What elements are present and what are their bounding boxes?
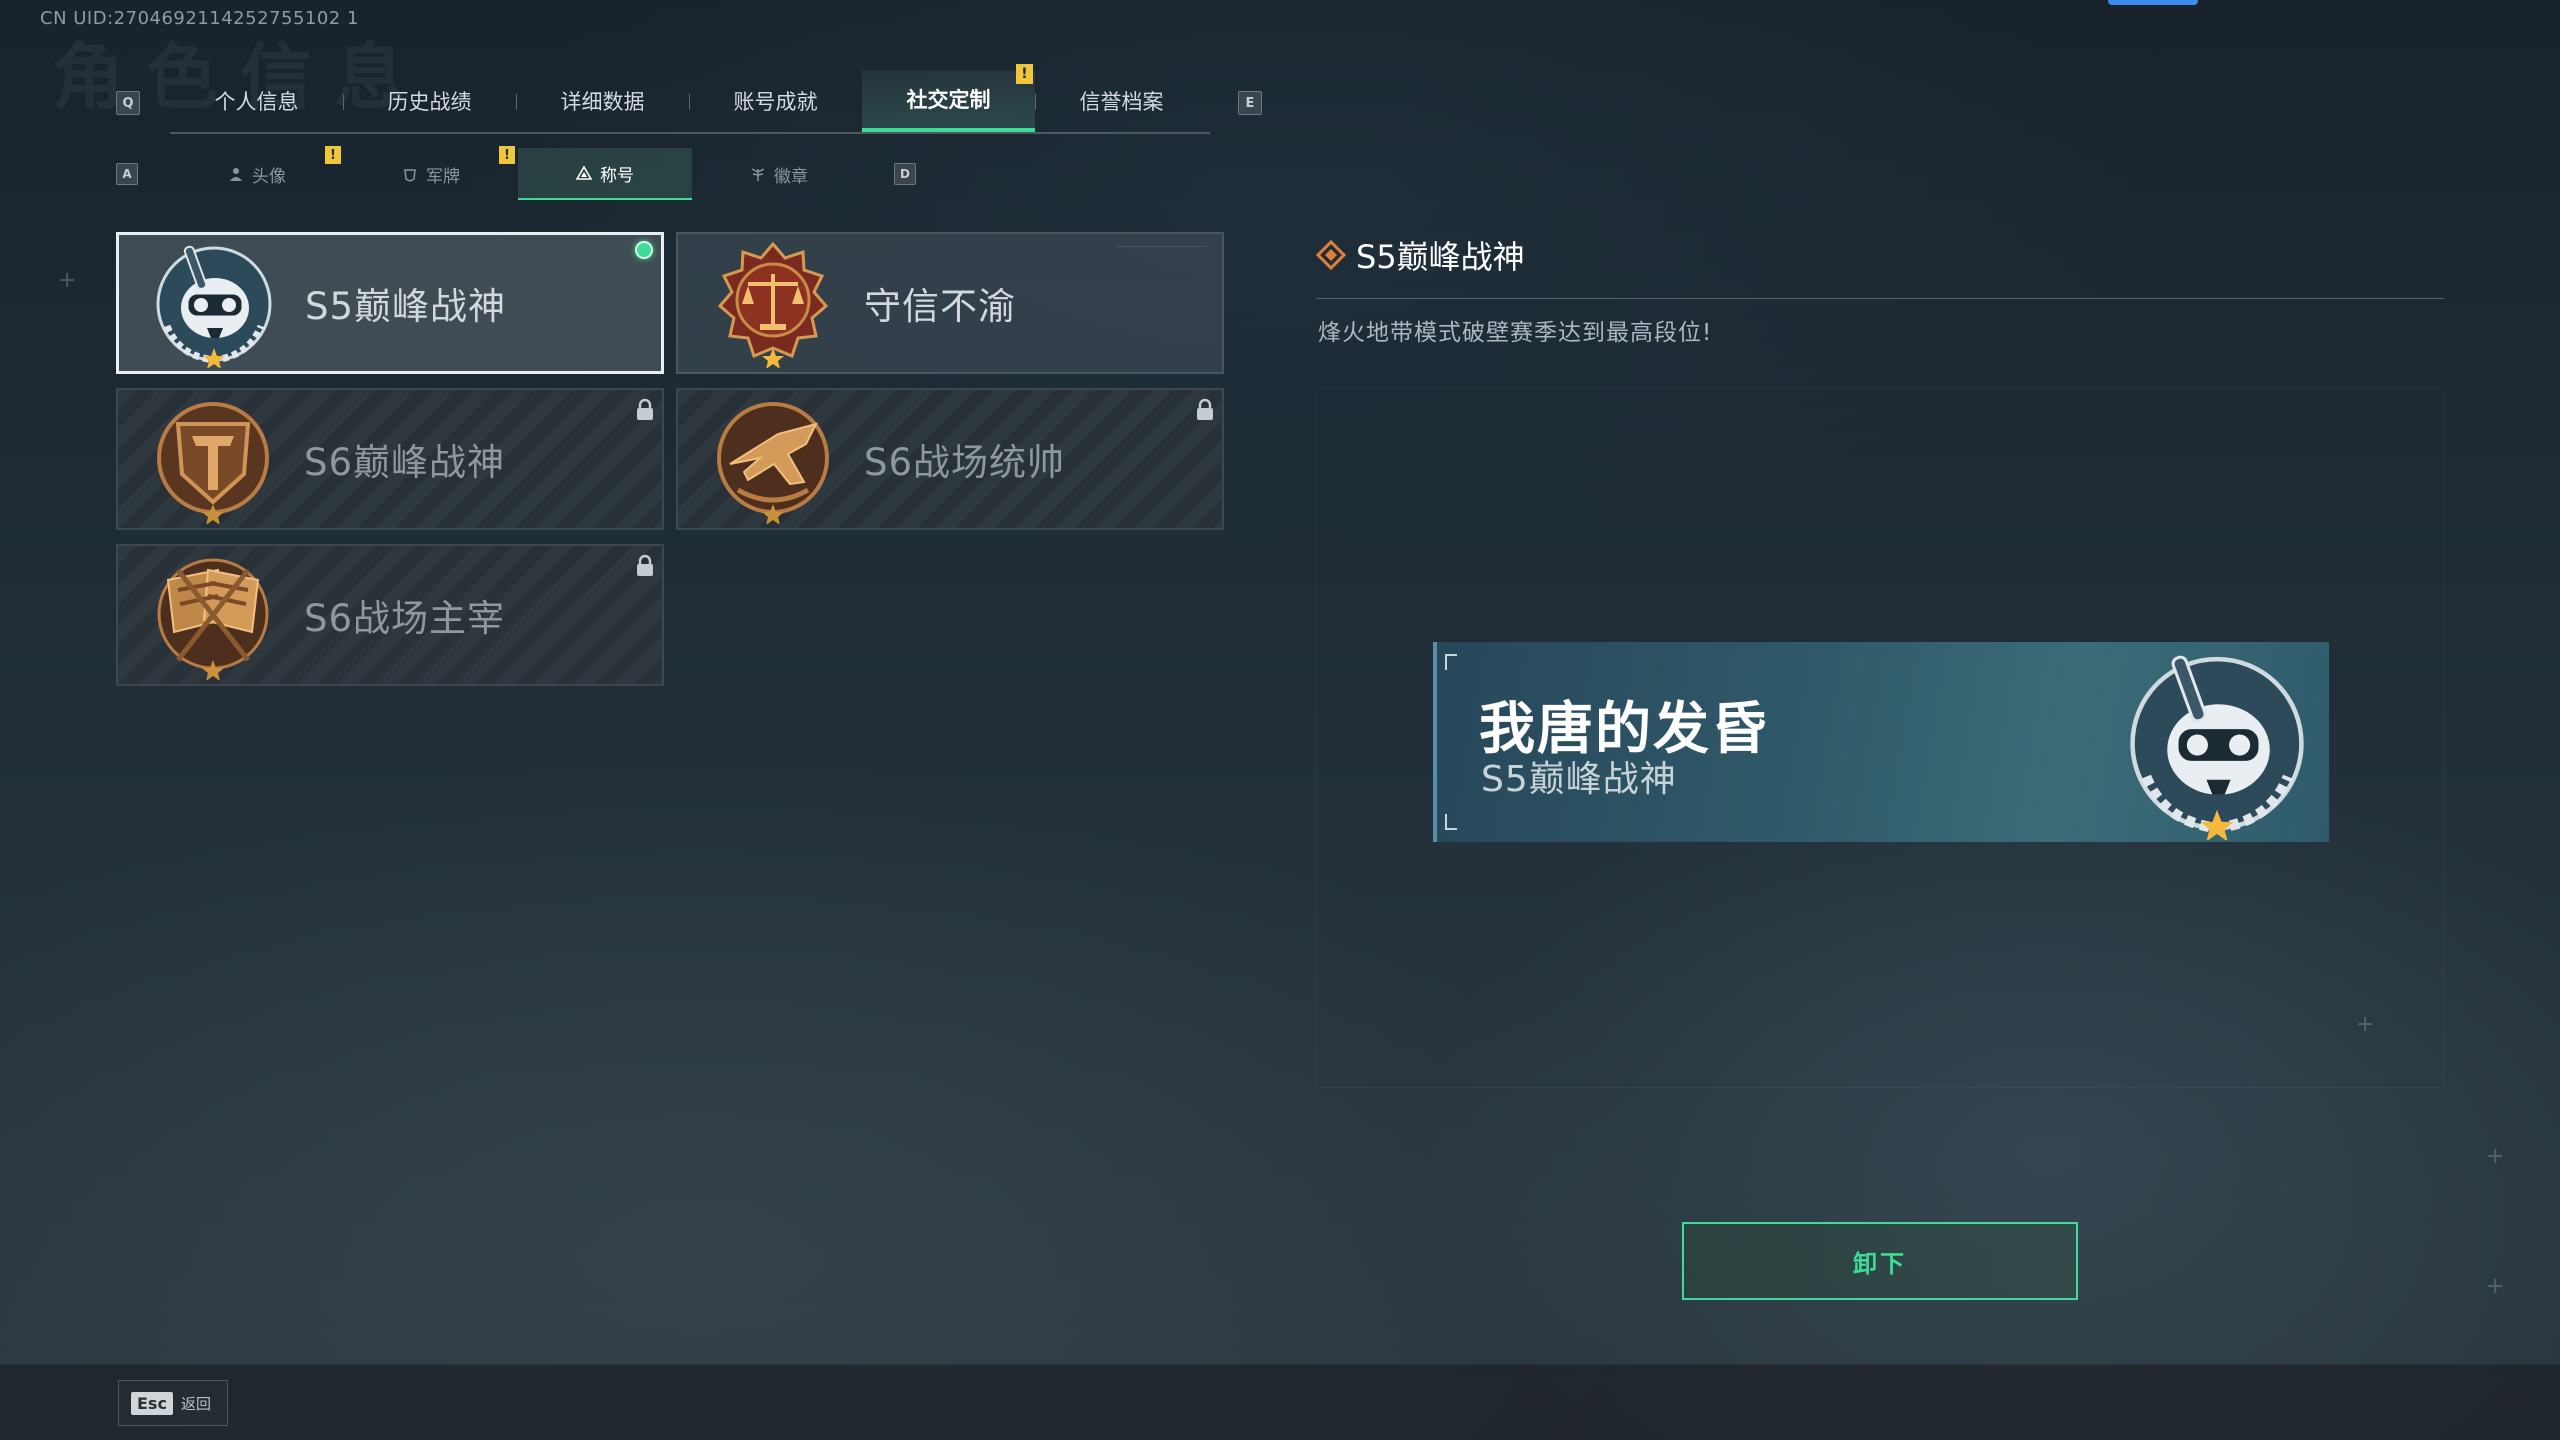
detail-title-text: S5巅峰战神: [1356, 238, 1525, 276]
subtab-title-label: 称号: [600, 165, 634, 186]
tab-personal-info[interactable]: 个人信息: [170, 70, 343, 132]
main-tab-bar: 个人信息 历史战绩 详细数据 账号成就 社交定制 信誉档案: [170, 70, 1210, 134]
diamond-icon: [1316, 240, 1346, 270]
social-tab-alert-icon: !: [1016, 64, 1033, 84]
lock-icon: [1197, 398, 1213, 420]
corner-bracket: [1445, 814, 1457, 830]
nameplate-preview: 我唐的发昏 S5巅峰战神: [1433, 642, 2329, 842]
title-card-s6-battlefield-commander[interactable]: S6战场统帅: [676, 388, 1224, 530]
shield-t-medal-icon: [157, 402, 269, 524]
tab-social-customization[interactable]: 社交定制: [862, 70, 1035, 132]
scales-medal-icon: [717, 241, 829, 368]
prev-tab-key-hint[interactable]: Q: [116, 91, 140, 115]
decor-plus-icon: +: [2486, 1144, 2505, 1169]
tab-detailed-data[interactable]: 详细数据: [516, 70, 689, 132]
dogtag-subtab-alert-icon: !: [499, 146, 515, 164]
subtab-title[interactable]: 称号: [518, 148, 692, 200]
back-button[interactable]: Esc 返回: [118, 1380, 228, 1426]
footer-bar: [0, 1364, 2560, 1440]
unequip-button[interactable]: 卸下: [1682, 1222, 2078, 1300]
preview-title: S5巅峰战神: [1481, 759, 1677, 800]
crossed-flags-medal-icon: [157, 558, 269, 680]
wing-icon: [751, 168, 765, 181]
next-tab-key-hint[interactable]: E: [1238, 91, 1262, 115]
sub-tab-bar: 头像 军牌 称号 徽章: [170, 148, 866, 200]
back-label: 返回: [180, 1394, 211, 1413]
decor-plus-icon: +: [2486, 1274, 2505, 1299]
card-decoration-line: [1116, 246, 1206, 249]
esc-key-hint: Esc: [131, 1391, 173, 1415]
subtab-badge[interactable]: 徽章: [692, 148, 866, 200]
next-subtab-key-hint[interactable]: D: [894, 163, 916, 185]
title-card-keep-faith[interactable]: 守信不渝: [676, 232, 1224, 374]
decor-plus-icon: +: [2356, 1012, 2375, 1037]
title-card-s6-battlefield-dominator[interactable]: S6战场主宰: [116, 544, 664, 686]
jet-medal-icon: [717, 402, 829, 524]
diver-skull-medal-icon: [2130, 655, 2304, 840]
avatar-subtab-alert-icon: !: [325, 146, 341, 164]
equipped-indicator-icon: [635, 241, 653, 259]
tab-match-history[interactable]: 历史战绩: [343, 70, 516, 132]
title-label: 守信不渝: [864, 285, 1016, 328]
title-label: S6战场统帅: [864, 441, 1066, 484]
tab-achievements[interactable]: 账号成就: [689, 70, 862, 132]
corner-bracket: [1445, 654, 1457, 670]
subtab-dogtag[interactable]: 军牌: [344, 148, 518, 200]
lock-icon: [637, 554, 653, 576]
title-label: S5巅峰战神: [305, 285, 507, 328]
title-label: S6战场主宰: [304, 597, 506, 640]
top-accent-bar: [2108, 0, 2198, 5]
detail-description: 烽火地带模式破壁赛季达到最高段位!: [1318, 320, 1713, 346]
detail-divider: [1316, 298, 2444, 299]
lock-icon: [637, 398, 653, 420]
subtab-avatar-label: 头像: [252, 166, 286, 187]
subtab-badge-label: 徽章: [774, 166, 808, 187]
prev-subtab-key-hint[interactable]: A: [116, 163, 138, 185]
diver-skull-medal-icon: [156, 245, 272, 368]
title-card-s6-peak-war-god[interactable]: S6巅峰战神: [116, 388, 664, 530]
title-card-s5-peak-war-god[interactable]: S5巅峰战神: [116, 232, 664, 374]
subtab-avatar[interactable]: 头像: [170, 148, 344, 200]
title-label: S6巅峰战神: [304, 441, 506, 484]
tab-credit-record[interactable]: 信誉档案: [1035, 70, 1208, 132]
subtab-dogtag-label: 军牌: [426, 166, 460, 187]
person-icon: [230, 168, 242, 181]
triangle-icon: [576, 165, 592, 180]
detail-header: S5巅峰战神: [1316, 232, 1525, 278]
decor-plus-icon: +: [58, 268, 77, 293]
dogtag-icon: [404, 169, 416, 182]
